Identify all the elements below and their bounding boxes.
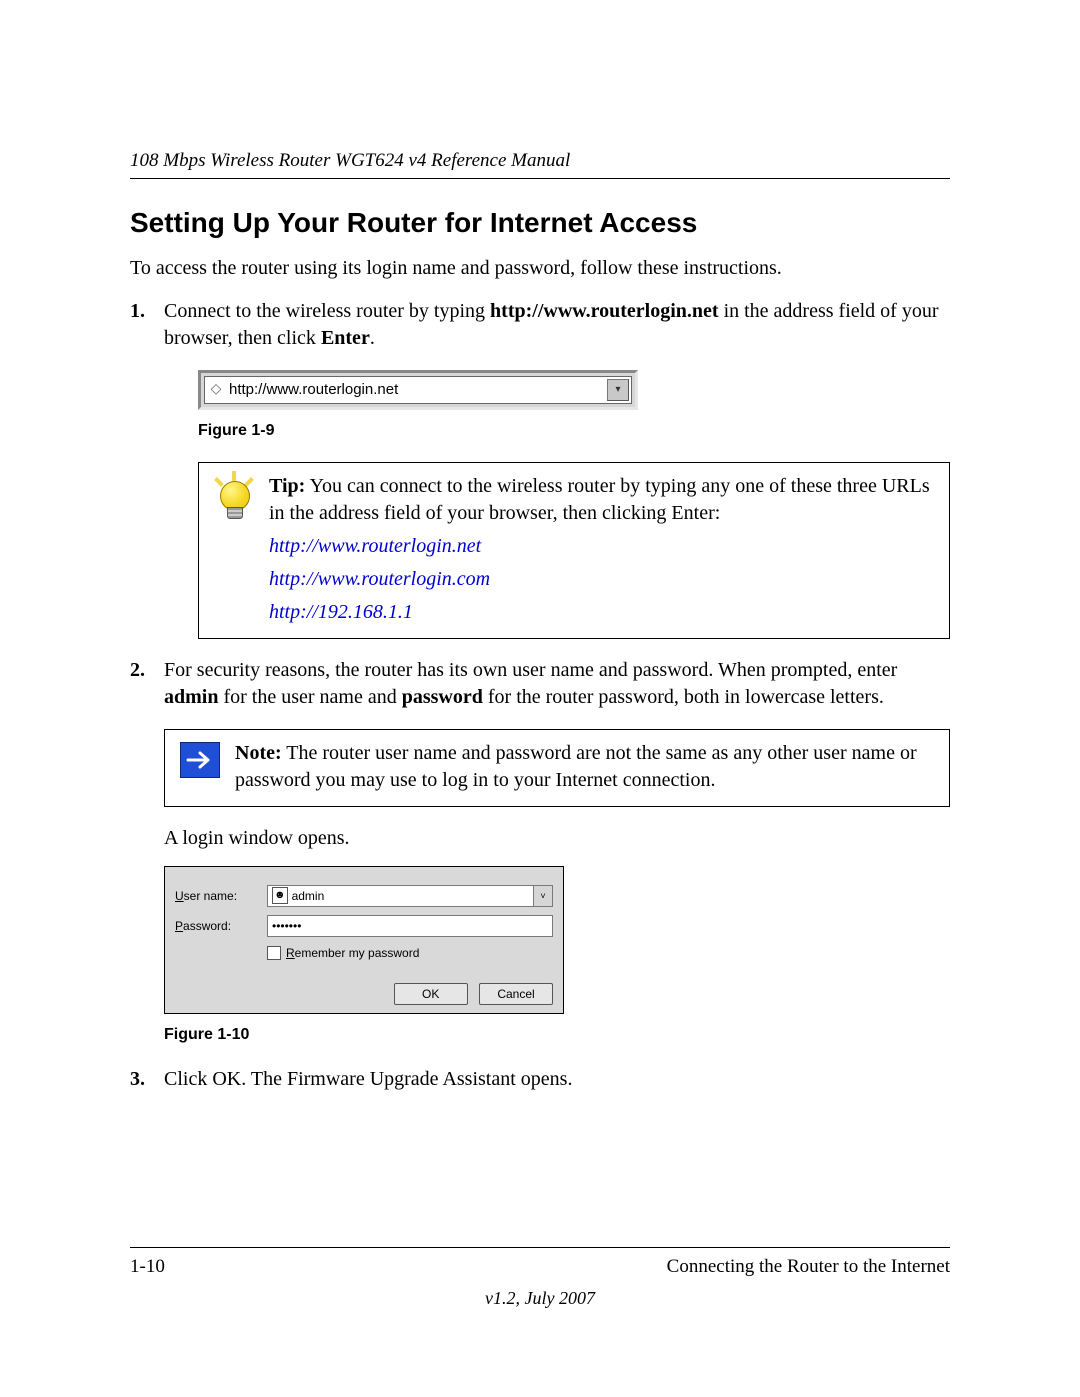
steps-list: Connect to the wireless router by typing… [130, 298, 950, 1093]
figure-1-9-caption: Figure 1-9 [198, 420, 950, 442]
ok-button[interactable]: OK [394, 983, 468, 1005]
step-1: Connect to the wireless router by typing… [130, 298, 950, 639]
remember-checkbox[interactable] [267, 946, 281, 960]
step-3: Click OK. The Firmware Upgrade Assistant… [130, 1066, 950, 1093]
page: 108 Mbps Wireless Router WGT624 v4 Refer… [0, 0, 1080, 1397]
note-icon-cell [177, 740, 223, 794]
username-input[interactable]: ☻ admin ˅ [267, 885, 553, 907]
running-header: 108 Mbps Wireless Router WGT624 v4 Refer… [130, 150, 950, 179]
password-input[interactable]: ••••••• [267, 915, 553, 937]
step2-mid: for the user name and [218, 686, 401, 708]
address-bar-text: http://www.routerlogin.net [227, 380, 605, 400]
page-footer: 1-10 Connecting the Router to the Intern… [130, 1247, 950, 1309]
step2-post: for the router password, both in lowerca… [483, 686, 884, 708]
note-box: Note: The router user name and password … [164, 729, 950, 807]
step1-enter: Enter [321, 327, 370, 349]
username-dropdown[interactable]: ˅ [533, 886, 552, 906]
tip-link-3[interactable]: http://192.168.1.1 [269, 599, 937, 626]
username-value: admin [292, 888, 325, 904]
page-number: 1-10 [130, 1256, 165, 1278]
lightbulb-icon [213, 475, 255, 525]
section-title: Setting Up Your Router for Internet Acce… [130, 207, 950, 239]
step2-admin: admin [164, 686, 218, 708]
tip-box: Tip: You can connect to the wireless rou… [198, 462, 950, 639]
note-body: The router user name and password are no… [235, 742, 917, 791]
figure-login-dialog: User name: ☻ admin ˅ Password: ••••••• [164, 866, 950, 1014]
chapter-title: Connecting the Router to the Internet [667, 1256, 950, 1278]
page-icon: ◇ [205, 381, 227, 400]
note-text: Note: The router user name and password … [235, 740, 937, 794]
step2-password: password [402, 686, 483, 708]
tip-link-1[interactable]: http://www.routerlogin.net [269, 533, 937, 560]
arrow-icon [180, 742, 220, 778]
figure-1-10-caption: Figure 1-10 [164, 1024, 950, 1046]
remember-label: Remember my password [286, 945, 419, 961]
step-2: For security reasons, the router has its… [130, 657, 950, 1046]
cancel-button[interactable]: Cancel [479, 983, 553, 1005]
tip-body: You can connect to the wireless router b… [269, 475, 930, 524]
step1-pre: Connect to the wireless router by typing [164, 300, 490, 322]
tip-icon-cell [211, 473, 257, 626]
version-date: v1.2, July 2007 [130, 1288, 950, 1309]
username-label: User name: [175, 888, 267, 904]
login-dialog: User name: ☻ admin ˅ Password: ••••••• [164, 866, 564, 1014]
dialog-buttons: OK Cancel [175, 983, 553, 1005]
intro-paragraph: To access the router using its login nam… [130, 257, 950, 280]
password-row: Password: ••••••• [175, 915, 553, 937]
tip-label: Tip: [269, 475, 305, 497]
address-bar-dropdown[interactable]: ▾ [607, 379, 629, 401]
password-value: ••••••• [272, 918, 301, 934]
password-label: Password: [175, 918, 267, 934]
tip-text: Tip: You can connect to the wireless rou… [269, 473, 937, 626]
user-icon: ☻ [272, 887, 288, 904]
remember-row: Remember my password [267, 945, 553, 961]
username-row: User name: ☻ admin ˅ [175, 885, 553, 907]
tip-link-2[interactable]: http://www.routerlogin.com [269, 566, 937, 593]
address-bar[interactable]: ◇ http://www.routerlogin.net ▾ [204, 376, 632, 404]
note-label: Note: [235, 742, 282, 764]
tip-links: http://www.routerlogin.net http://www.ro… [269, 533, 937, 626]
address-bar-frame: ◇ http://www.routerlogin.net ▾ [198, 370, 638, 410]
step1-url: http://www.routerlogin.net [490, 300, 719, 322]
login-opens-text: A login window opens. [164, 825, 950, 852]
figure-address-bar: ◇ http://www.routerlogin.net ▾ [198, 370, 950, 410]
step1-post: . [370, 327, 375, 349]
step2-pre: For security reasons, the router has its… [164, 659, 897, 681]
